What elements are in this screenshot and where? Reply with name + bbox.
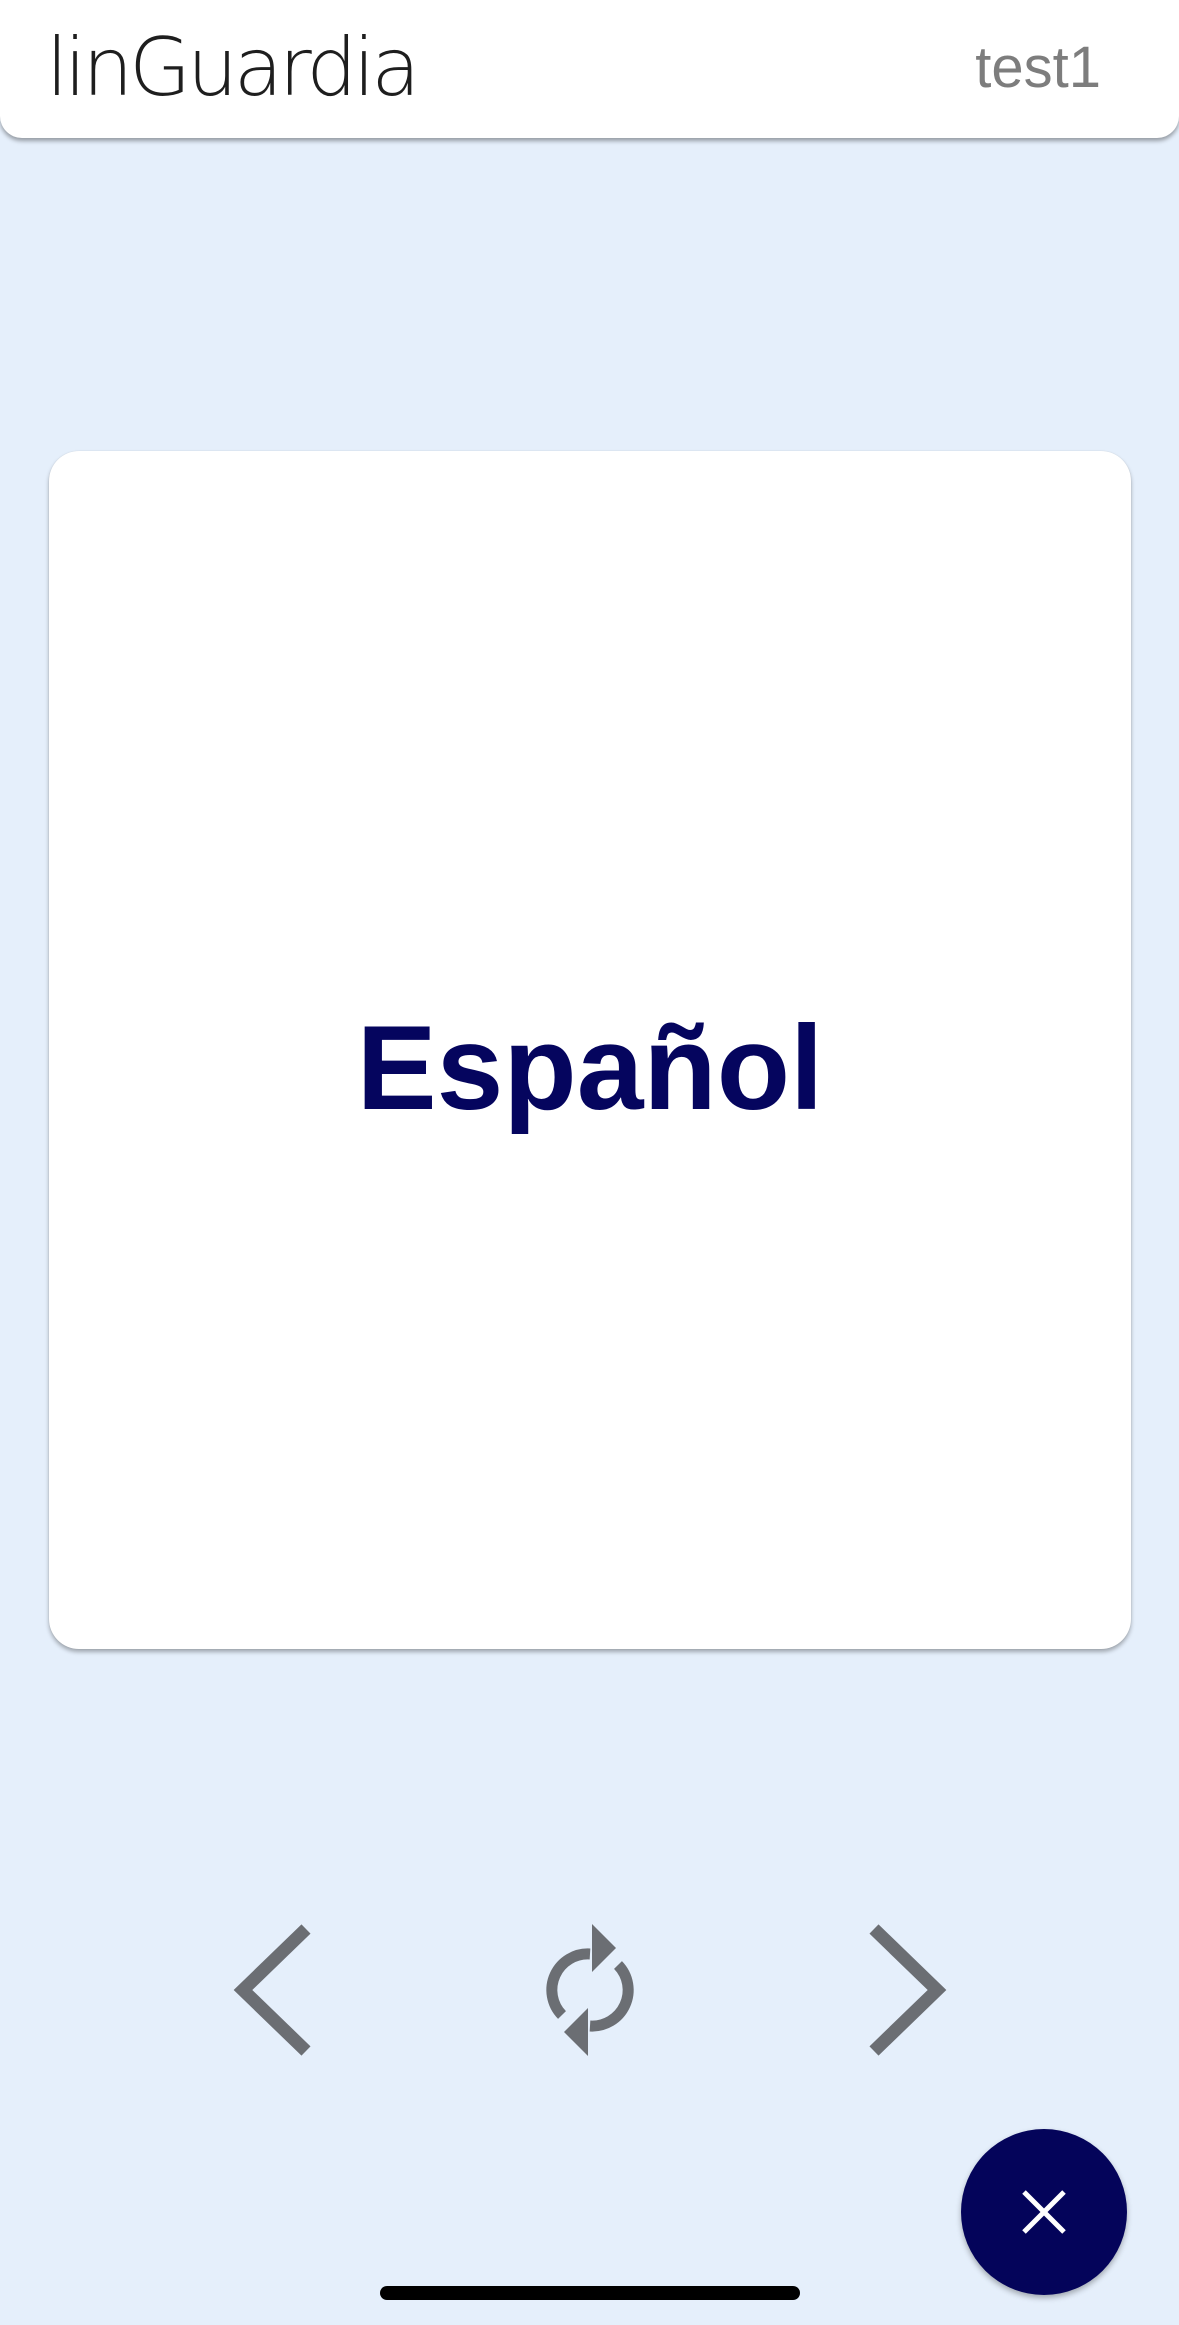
flip-card-button[interactable] <box>520 1920 660 2060</box>
flashcard[interactable]: Español <box>49 451 1131 1649</box>
next-card-button[interactable] <box>838 1920 978 2060</box>
refresh-icon <box>546 1924 634 2056</box>
chevron-right-icon <box>869 1924 947 2056</box>
app-logo[interactable]: linGuardia <box>46 22 420 114</box>
previous-card-button[interactable] <box>202 1920 342 2060</box>
flashcard-word: Español <box>356 1001 824 1135</box>
user-name[interactable]: test1 <box>975 30 1101 106</box>
home-indicator[interactable] <box>380 2286 800 2300</box>
app-header: linGuardia test1 <box>0 0 1179 138</box>
close-icon <box>1022 2190 1066 2234</box>
close-button[interactable] <box>961 2129 1127 2295</box>
chevron-left-icon <box>233 1924 311 2056</box>
